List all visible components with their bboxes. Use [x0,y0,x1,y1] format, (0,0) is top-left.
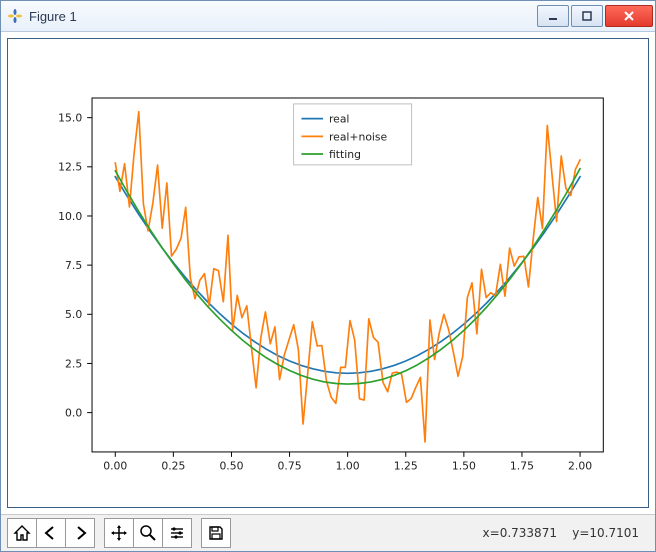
svg-text:10.0: 10.0 [58,210,82,223]
svg-text:0.0: 0.0 [65,407,82,420]
svg-text:1.75: 1.75 [510,460,534,473]
svg-text:7.5: 7.5 [65,259,82,272]
svg-text:15.0: 15.0 [58,112,82,125]
svg-text:2.5: 2.5 [65,357,82,370]
maximize-button[interactable] [571,5,603,27]
svg-text:5.0: 5.0 [65,308,82,321]
matplotlib-toolbar: x=0.733871 y=10.7101 [1,514,655,551]
plot-area[interactable]: 0.00 0.25 0.50 0.75 1.00 1.25 1.50 1.75 2.00 0.0 2… [7,38,649,508]
zoom-button[interactable] [133,518,163,548]
legend-item: real [329,113,349,126]
svg-text:1.50: 1.50 [452,460,476,473]
back-button[interactable] [36,518,66,548]
svg-text:0.75: 0.75 [278,460,302,473]
svg-text:0.25: 0.25 [161,460,185,473]
svg-text:1.25: 1.25 [394,460,418,473]
svg-text:2.00: 2.00 [568,460,592,473]
minimize-button[interactable] [537,5,569,27]
close-button[interactable] [605,5,653,27]
configure-subplots-button[interactable] [162,518,192,548]
plot-canvas[interactable]: 0.00 0.25 0.50 0.75 1.00 1.25 1.50 1.75 2.00 0.0 2… [8,39,648,507]
window-title: Figure 1 [29,9,535,24]
legend-item: fitting [329,148,361,161]
cursor-coordinates: x=0.733871 y=10.7101 [483,526,639,540]
save-button[interactable] [201,518,231,548]
legend-item: real+noise [329,130,388,143]
svg-text:0.50: 0.50 [219,460,243,473]
figure-client-area: 0.00 0.25 0.50 0.75 1.00 1.25 1.50 1.75 2.00 0.0 2… [1,32,655,514]
home-button[interactable] [7,518,37,548]
forward-button[interactable] [65,518,95,548]
svg-text:1.00: 1.00 [336,460,360,473]
figure-window: Figure 1 0.00 0.25 0.50 0.75 1.00 1.25 1.50 1.7… [0,0,656,552]
titlebar[interactable]: Figure 1 [1,1,655,32]
pan-button[interactable] [104,518,134,548]
svg-text:12.5: 12.5 [58,161,82,174]
app-icon [7,8,23,24]
svg-text:0.00: 0.00 [103,460,127,473]
